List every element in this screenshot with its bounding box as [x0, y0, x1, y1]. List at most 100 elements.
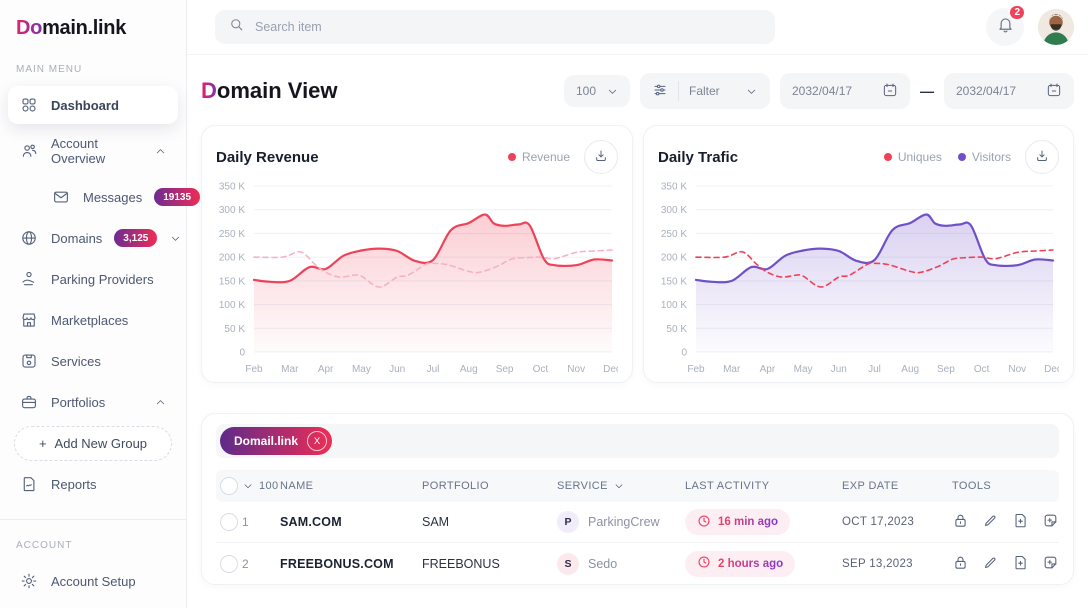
select-all-checkbox[interactable]	[220, 477, 238, 495]
lock-button[interactable]	[952, 512, 969, 532]
svg-text:Sep: Sep	[937, 364, 955, 375]
add-file-button[interactable]	[1012, 554, 1029, 574]
add-file-button[interactable]	[1012, 512, 1029, 532]
daily-trafic-card: Daily Trafic Uniques Visitors	[643, 125, 1074, 383]
chevron-down-icon	[242, 480, 254, 492]
search-input[interactable]	[255, 20, 762, 34]
sidebar-item-report-a-bug[interactable]: Report a Bug	[8, 603, 178, 608]
sidebar-item-domains[interactable]: Domains 3,125	[8, 219, 178, 257]
row-count-select[interactable]: 100	[242, 480, 280, 492]
exp-date: SEP 13,2023	[842, 558, 952, 570]
date-range-separator: —	[920, 83, 934, 99]
last-activity-cell: 16 min ago	[685, 509, 842, 535]
chart-title: Daily Trafic	[658, 149, 738, 166]
filter-dropdown[interactable]: Falter	[640, 73, 770, 109]
calendar-icon	[882, 82, 898, 101]
filter-chip[interactable]: Domail.link X	[220, 427, 332, 455]
chevron-down-icon	[613, 480, 625, 492]
add-new-group-button[interactable]: + Add New Group	[14, 426, 172, 461]
date-to-value: 2032/04/17	[956, 84, 1016, 98]
legend-dot	[958, 153, 966, 161]
col-service-sort[interactable]: SERVICE	[557, 480, 685, 492]
account-section-label: ACCOUNT	[0, 520, 186, 559]
users-icon	[19, 141, 39, 161]
svg-text:50 K: 50 K	[666, 324, 687, 335]
app-root: Domain.link MAIN MENU Dashboard Account …	[0, 0, 1088, 608]
search-bar[interactable]	[215, 10, 775, 44]
svg-text:May: May	[794, 364, 813, 375]
main-menu: Dashboard Account Overview Messages 1913…	[0, 86, 186, 503]
pencil-icon	[982, 512, 999, 532]
tools-cell	[952, 554, 1059, 574]
filter-divider	[678, 81, 679, 101]
sidebar-item-label: Parking Providers	[51, 272, 154, 287]
chevron-up-icon[interactable]	[154, 396, 167, 409]
sidebar-item-parking-providers[interactable]: Parking Providers	[8, 260, 178, 298]
chevron-up-icon[interactable]	[154, 145, 167, 158]
domain-name: FREEBONUS.COM	[280, 557, 422, 571]
sidebar-item-label: Dashboard	[51, 98, 119, 113]
service-avatar: S	[557, 553, 579, 575]
date-from-picker[interactable]: 2032/04/17	[780, 73, 910, 109]
row-checkbox[interactable]	[220, 513, 238, 531]
edit-button[interactable]	[982, 554, 999, 574]
page-title-suffix: omain View	[217, 78, 338, 103]
chevron-down-icon[interactable]	[169, 232, 182, 245]
brand-logo[interactable]: Domain.link	[0, 0, 186, 44]
service-cell: P ParkingCrew	[557, 511, 685, 533]
chevron-down-icon	[745, 85, 758, 98]
sidebar-item-dashboard[interactable]: Dashboard	[8, 86, 178, 124]
add-note-button[interactable]	[1042, 554, 1059, 574]
legend-dot	[508, 153, 516, 161]
svg-text:200 K: 200 K	[661, 253, 687, 264]
svg-text:Feb: Feb	[687, 364, 705, 375]
svg-text:100 K: 100 K	[661, 300, 687, 311]
sidebar-item-account-setup[interactable]: Account Setup	[8, 562, 178, 600]
table-header-row: 100 NAME PORTFOLIO SERVICE LAST ACTIVITY…	[216, 470, 1059, 502]
svg-text:200 K: 200 K	[219, 253, 245, 264]
store-icon	[19, 310, 39, 330]
file-plus-icon	[1012, 512, 1029, 532]
svg-text:0: 0	[681, 348, 687, 359]
col-portfolio: PORTFOLIO	[422, 480, 557, 492]
date-from-value: 2032/04/17	[792, 84, 852, 98]
sidebar-item-services[interactable]: Services	[8, 342, 178, 380]
legend-item: Uniques	[884, 150, 942, 164]
copy-plus-icon	[1042, 554, 1059, 574]
lock-icon	[952, 554, 969, 574]
svg-text:Oct: Oct	[974, 364, 990, 375]
svg-text:150 K: 150 K	[661, 276, 687, 287]
brand-logo-suffix: main.link	[42, 17, 126, 39]
close-icon[interactable]: X	[307, 431, 327, 451]
svg-text:50 K: 50 K	[224, 324, 245, 335]
page-size-select[interactable]: 100	[564, 75, 630, 107]
svg-text:350 K: 350 K	[661, 182, 687, 193]
sidebar-item-marketplaces[interactable]: Marketplaces	[8, 301, 178, 339]
sidebar-item-label: Account Setup	[51, 574, 136, 589]
avatar[interactable]	[1038, 9, 1074, 45]
svg-text:Jun: Jun	[831, 364, 847, 375]
row-checkbox[interactable]	[220, 555, 238, 573]
last-activity-text: 16 min ago	[718, 516, 778, 528]
download-button[interactable]	[584, 140, 618, 174]
row-number: 1	[242, 515, 280, 529]
download-button[interactable]	[1025, 140, 1059, 174]
table-row[interactable]: 1 SAM.COM SAM P ParkingCrew 16 min ago O…	[216, 502, 1059, 543]
daily-revenue-card: Daily Revenue Revenue 350 K300 K250 K200…	[201, 125, 633, 383]
svg-text:Jul: Jul	[868, 364, 881, 375]
add-note-button[interactable]	[1042, 512, 1059, 532]
sidebar-item-account-overview[interactable]: Account Overview	[8, 127, 178, 175]
sidebar-item-portfolios[interactable]: Portfolios	[8, 383, 178, 421]
page-title: Domain View	[201, 78, 338, 104]
edit-button[interactable]	[982, 512, 999, 532]
lock-button[interactable]	[952, 554, 969, 574]
copy-plus-icon	[1042, 512, 1059, 532]
svg-text:Dec: Dec	[603, 364, 618, 375]
date-to-picker[interactable]: 2032/04/17	[944, 73, 1074, 109]
sidebar-item-messages[interactable]: Messages 19135	[40, 178, 178, 216]
globe-icon	[19, 228, 39, 248]
sidebar-item-reports[interactable]: Reports	[8, 465, 178, 503]
notifications-button[interactable]: 2	[986, 8, 1024, 46]
legend: Uniques Visitors	[884, 150, 1011, 164]
table-row[interactable]: 2 FREEBONUS.COM FREEBONUS S Sedo 2 hours…	[216, 543, 1059, 584]
